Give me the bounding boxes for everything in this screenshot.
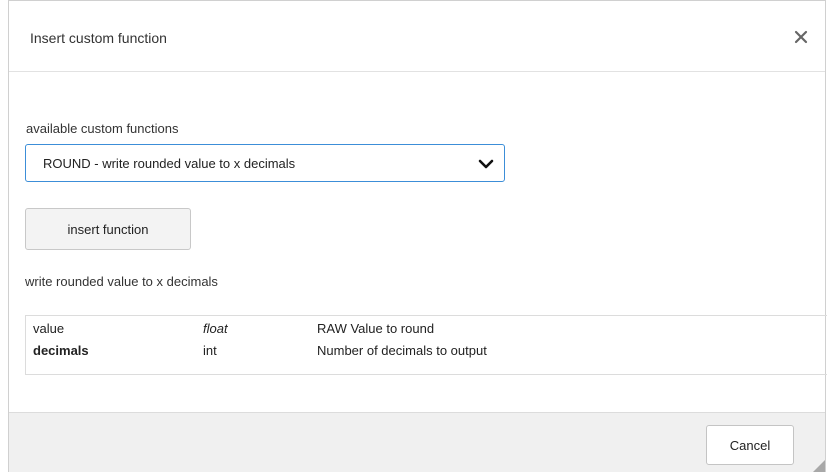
table-row: decimals int Number of decimals to outpu… [26, 343, 827, 365]
close-button[interactable] [789, 25, 813, 49]
function-select-label: available custom functions [26, 121, 179, 136]
chevron-down-icon [478, 159, 494, 169]
dialog-body: available custom functions ROUND - write… [9, 72, 827, 412]
param-name: decimals [33, 343, 89, 358]
cancel-button[interactable]: Cancel [706, 425, 794, 465]
close-icon [794, 30, 808, 44]
dialog-footer: Cancel [9, 412, 825, 472]
function-description: write rounded value to x decimals [25, 274, 218, 289]
param-name: value [33, 321, 65, 336]
dialog-title: Insert custom function [30, 30, 167, 46]
table-row: value float RAW Value to round [26, 321, 827, 343]
dialog-header: Insert custom function [9, 1, 825, 72]
function-select[interactable]: ROUND - write rounded value to x decimal… [25, 144, 505, 182]
param-type: float [203, 321, 228, 336]
insert-custom-function-dialog: Insert custom function available custom … [8, 0, 827, 472]
parameters-table: value float RAW Value to round decimals … [25, 315, 827, 375]
param-type: int [203, 343, 217, 358]
resize-grip-icon[interactable] [811, 458, 825, 472]
param-description: Number of decimals to output [317, 343, 487, 358]
function-select-value: ROUND - write rounded value to x decimal… [43, 156, 296, 171]
insert-function-button[interactable]: insert function [25, 208, 191, 250]
param-description: RAW Value to round [317, 321, 435, 336]
